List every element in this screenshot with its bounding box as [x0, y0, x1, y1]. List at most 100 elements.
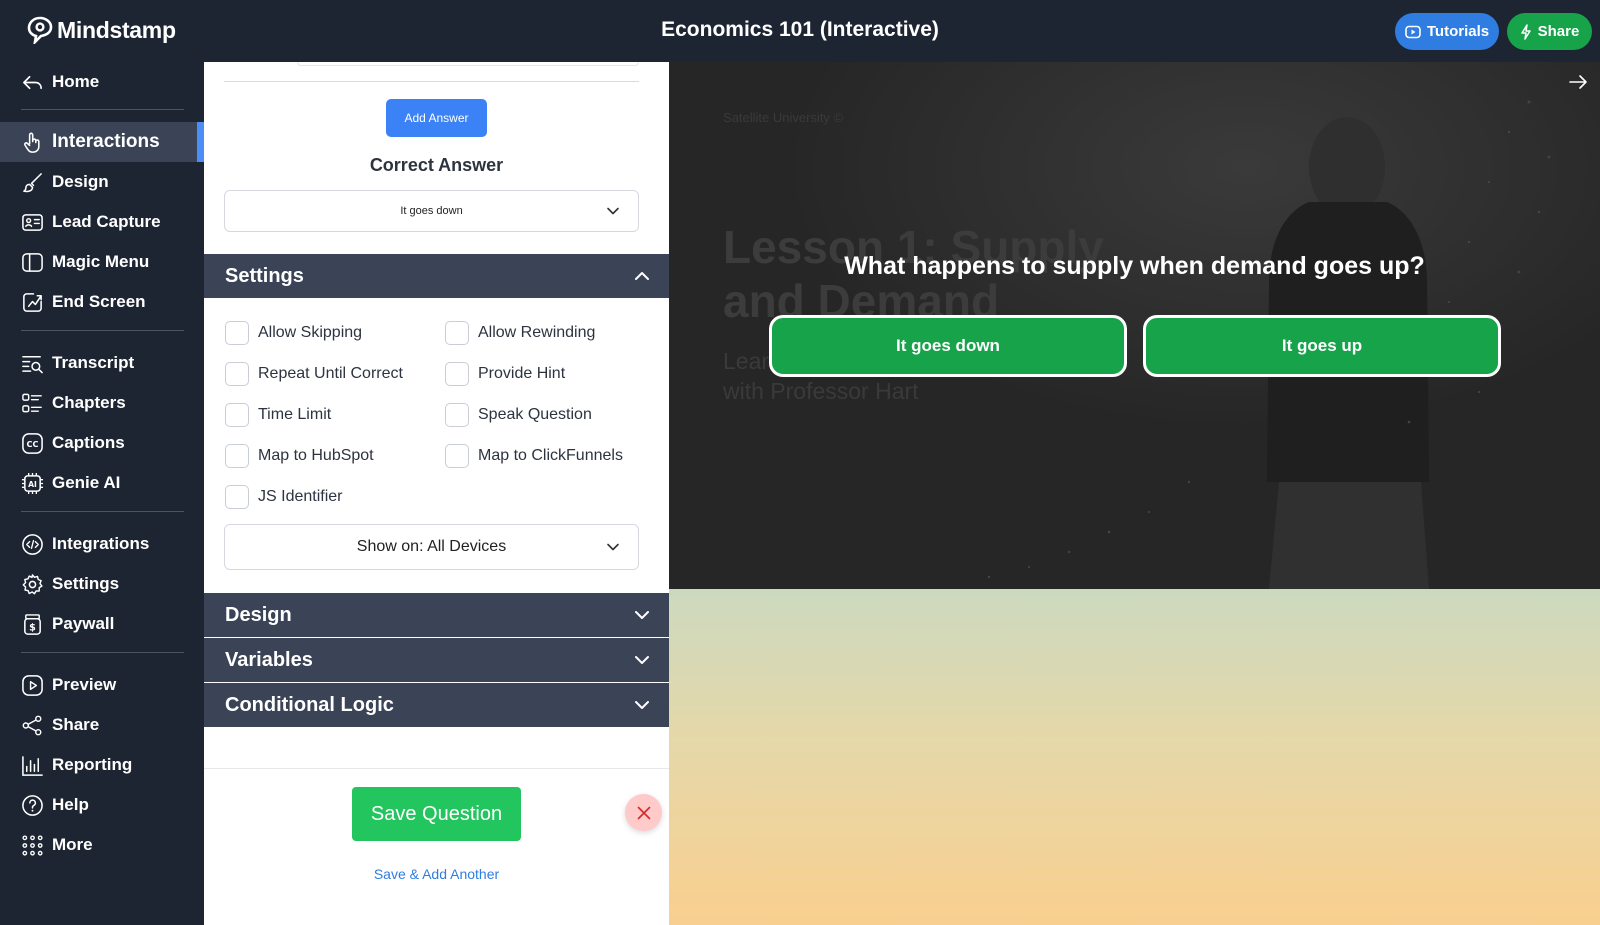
- show-on-devices-select[interactable]: Show on: All Devices: [224, 524, 639, 570]
- checkbox-box[interactable]: [225, 485, 249, 509]
- sidebar-item-magic-menu[interactable]: Magic Menu: [0, 242, 204, 282]
- sidebar-item-settings[interactable]: Settings: [0, 564, 204, 604]
- sidebar-item-paywall[interactable]: $ Paywall: [0, 604, 204, 644]
- checkbox-label: Repeat Until Correct: [258, 365, 403, 382]
- sidebar-item-genie-ai[interactable]: AI Genie AI: [0, 463, 204, 503]
- sidebar-item-label: Preview: [52, 675, 117, 694]
- checkbox-box[interactable]: [225, 321, 249, 345]
- checkbox-box[interactable]: [445, 403, 469, 427]
- question-text: What happens to supply when demand goes …: [844, 252, 1425, 280]
- sidebar-item-label: Help: [52, 795, 89, 814]
- sidebar-item-preview[interactable]: Preview: [0, 665, 204, 705]
- sidebar-item-label: Genie AI: [52, 473, 121, 492]
- checkbox-speak-question[interactable]: Speak Question: [445, 403, 592, 427]
- arrow-right-icon[interactable]: [1568, 72, 1588, 92]
- add-answer-button[interactable]: Add Answer: [386, 99, 487, 137]
- conditional-logic-section-header[interactable]: Conditional Logic: [204, 683, 669, 727]
- transcript-search-icon: [22, 356, 43, 374]
- checkbox-map-to-clickfunnels[interactable]: Map to ClickFunnels: [445, 444, 623, 468]
- page-title: Economics 101 (Interactive): [661, 18, 939, 41]
- brand-name: Mindstamp: [57, 16, 176, 43]
- checkbox-label: Allow Rewinding: [478, 324, 596, 341]
- bar-chart-icon: [22, 756, 43, 776]
- settings-heading: Settings: [225, 264, 304, 287]
- sidebar-item-label: Home: [52, 72, 100, 91]
- sidebar-item-more[interactable]: More: [0, 825, 204, 865]
- sidebar-item-design[interactable]: Design: [0, 162, 204, 202]
- mindstamp-logo-icon: [27, 16, 53, 44]
- pointer-hand-icon: [24, 132, 40, 153]
- sidebar-item-label: Chapters: [52, 393, 126, 412]
- sidebar-item-help[interactable]: Help: [0, 785, 204, 825]
- chevron-up-icon: [635, 272, 649, 280]
- save-question-button[interactable]: Save Question: [352, 787, 521, 841]
- video-watermark: Satellite University ©: [723, 110, 844, 125]
- answer-option[interactable]: It goes up: [1143, 315, 1501, 377]
- sidebar-item-lead-capture[interactable]: Lead Capture: [0, 202, 204, 242]
- checkbox-box[interactable]: [225, 444, 249, 468]
- settings-section-header[interactable]: Settings: [204, 254, 669, 298]
- checkbox-js-identifier[interactable]: JS Identifier: [225, 485, 342, 509]
- checkbox-label: Allow Skipping: [258, 324, 363, 341]
- correct-answer-heading: Correct Answer: [369, 155, 504, 175]
- sidebar-item-label: Transcript: [52, 353, 135, 372]
- variables-section-header[interactable]: Variables: [204, 638, 669, 682]
- checkbox-box[interactable]: [225, 362, 249, 386]
- checkbox-box[interactable]: [445, 444, 469, 468]
- sidebar-item-label: Share: [52, 715, 100, 734]
- sidebar-item-end-screen[interactable]: End Screen: [0, 282, 204, 322]
- share-button[interactable]: Share: [1507, 13, 1592, 50]
- design-section-header[interactable]: Design: [204, 593, 669, 637]
- close-editor-button[interactable]: [625, 794, 662, 831]
- sidebar-item-interactions[interactable]: Interactions: [0, 122, 204, 162]
- checkbox-allow-skipping[interactable]: Allow Skipping: [225, 321, 362, 345]
- answer-option[interactable]: It goes down: [769, 315, 1127, 377]
- checkbox-time-limit[interactable]: Time Limit: [225, 403, 331, 427]
- checkbox-label: Map to ClickFunnels: [478, 447, 623, 464]
- play-icon: [22, 675, 43, 696]
- sidebar-item-label: Lead Capture: [52, 212, 161, 231]
- tutorials-label: Tutorials: [1426, 23, 1490, 40]
- preview-background-area: [669, 589, 1600, 925]
- top-bar: Mindstamp Economics 101 (Interactive) Tu…: [0, 0, 1600, 62]
- checkbox-map-to-hubspot[interactable]: Map to HubSpot: [225, 444, 374, 468]
- svg-text:CC: CC: [27, 439, 39, 449]
- tutorials-button[interactable]: Tutorials: [1395, 13, 1499, 50]
- sidebar-item-label: Paywall: [52, 614, 115, 633]
- sidebar-item-share[interactable]: Share: [0, 705, 204, 745]
- checkbox-provide-hint[interactable]: Provide Hint: [445, 362, 565, 386]
- checkbox-box[interactable]: [445, 362, 469, 386]
- chevron-down-icon: [607, 207, 619, 215]
- section-heading: Variables: [225, 648, 313, 671]
- checkbox-label: Speak Question: [478, 406, 592, 423]
- answer-list-divider: [224, 62, 639, 82]
- sidebar-item-home[interactable]: Home: [0, 62, 204, 102]
- checkbox-box[interactable]: [225, 403, 249, 427]
- correct-answer-value: It goes down: [400, 205, 463, 217]
- checkbox-box[interactable]: [445, 321, 469, 345]
- share-nodes-icon: [22, 715, 42, 736]
- sidebar-item-chapters[interactable]: Chapters: [0, 383, 204, 423]
- end-screen-icon: [23, 293, 42, 312]
- chevron-down-icon: [635, 611, 649, 619]
- save-and-add-another-link[interactable]: Save & Add Another: [204, 866, 669, 882]
- checkbox-label: Time Limit: [258, 406, 332, 423]
- sidebar-divider: [21, 511, 184, 512]
- contact-card-icon: [22, 214, 43, 231]
- video-preview[interactable]: Satellite University © Lesson 1: Supply …: [669, 62, 1600, 589]
- sidebar: Home Interactions Design Lead Capture Ma…: [0, 62, 204, 925]
- sidebar-item-label: Captions: [52, 433, 125, 452]
- checkbox-repeat-until-correct[interactable]: Repeat Until Correct: [225, 362, 403, 386]
- correct-answer-select[interactable]: It goes down: [224, 190, 639, 232]
- sidebar-item-label: Magic Menu: [52, 252, 150, 271]
- sidebar-item-reporting[interactable]: Reporting: [0, 745, 204, 785]
- ai-chip-icon: AI: [21, 472, 44, 495]
- brand-logo[interactable]: Mindstamp: [27, 16, 176, 44]
- sidebar-item-integrations[interactable]: Integrations: [0, 524, 204, 564]
- chevron-down-icon: [635, 656, 649, 664]
- sidebar-item-transcript[interactable]: Transcript: [0, 343, 204, 383]
- chevron-down-icon: [635, 701, 649, 709]
- checkbox-allow-rewinding[interactable]: Allow Rewinding: [445, 321, 595, 345]
- sidebar-item-captions[interactable]: CC Captions: [0, 423, 204, 463]
- section-heading: Design: [225, 603, 292, 626]
